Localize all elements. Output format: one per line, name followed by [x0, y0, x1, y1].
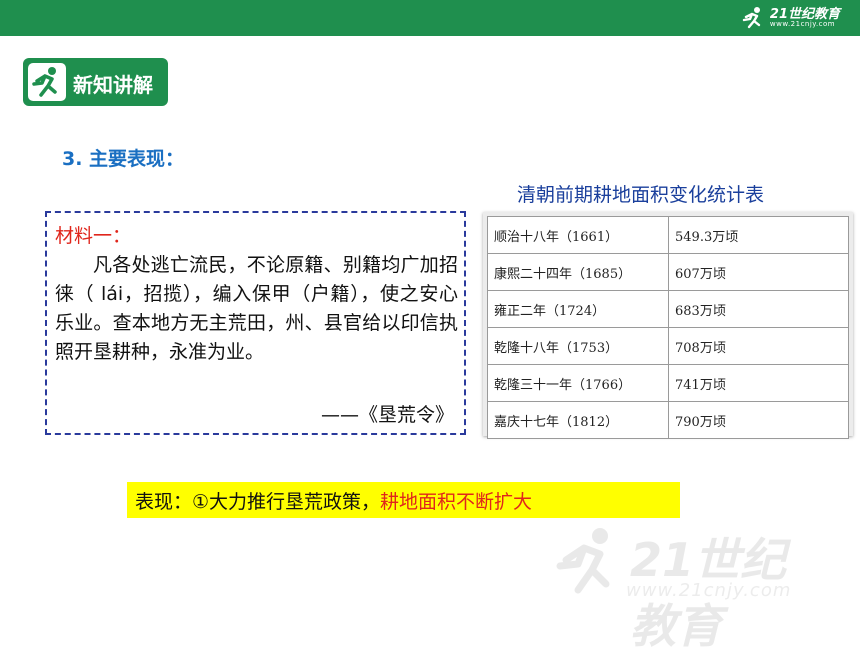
table-title: 清朝前期耕地面积变化统计表	[517, 184, 765, 206]
material-label: 材料一：	[55, 225, 132, 247]
table-cell-area: 549.3万顷	[668, 216, 849, 254]
table-row: 顺治十八年（1661） 549.3万顷	[487, 216, 849, 254]
table-cell-period: 顺治十八年（1661）	[487, 216, 669, 254]
table-cell-period: 雍正二年（1724）	[487, 290, 669, 328]
table-cell-area: 790万顷	[668, 401, 849, 439]
table-cell-area: 607万顷	[668, 253, 849, 291]
table-cell-area: 741万顷	[668, 364, 849, 402]
table-frame: 顺治十八年（1661） 549.3万顷 康熙二十四年（1685） 607万顷 雍…	[483, 212, 853, 439]
running-person-icon	[742, 7, 761, 29]
badge-icon-box	[28, 63, 66, 101]
material-body: 凡各处逃亡流民，不论原籍、别籍均广加招徕（ lái，招揽），编入保甲（户籍），使…	[55, 254, 458, 363]
brand-logo: 21世纪教育 www.21cnjy.com	[740, 5, 840, 31]
running-person-icon	[32, 67, 57, 97]
table-row: 雍正二年（1724） 683万顷	[487, 290, 849, 328]
table-cell-area: 708万顷	[668, 327, 849, 365]
table-row: 乾隆十八年（1753） 708万顷	[487, 327, 849, 365]
table-cell-period: 乾隆三十一年（1766）	[487, 364, 669, 402]
summary-highlight-box: 表现：①大力推行垦荒政策，耕地面积不断扩大	[127, 482, 680, 518]
table-cell-period: 康熙二十四年（1685）	[487, 253, 669, 291]
watermark-url: www.21cnjy.com	[626, 580, 792, 601]
material-source: ——《垦荒令》	[320, 404, 454, 426]
table-cell-period: 乾隆十八年（1753）	[487, 327, 669, 365]
summary-emphasis: 耕地面积不断扩大	[380, 491, 533, 513]
summary-text: 表现：①大力推行垦荒政策，耕地面积不断扩大	[135, 487, 532, 514]
section-label: 新知讲解	[73, 73, 153, 97]
top-bar: 21世纪教育 www.21cnjy.com	[0, 0, 860, 36]
farmland-table: 顺治十八年（1661） 549.3万顷 康熙二十四年（1685） 607万顷 雍…	[487, 216, 849, 439]
table-cell-period: 嘉庆十七年（1812）	[487, 401, 669, 439]
watermark-logo: 21世纪教育 www.21cnjy.com	[548, 520, 828, 653]
section-badge: 新知讲解	[23, 58, 168, 106]
running-person-icon	[556, 528, 610, 594]
material-box: 材料一： 凡各处逃亡流民，不论原籍、别籍均广加招徕（ lái，招揽），编入保甲（…	[45, 211, 466, 435]
summary-prefix: 表现：①大力推行垦荒政策，	[135, 491, 381, 513]
table-row: 乾隆三十一年（1766） 741万顷	[487, 364, 849, 402]
table-row: 康熙二十四年（1685） 607万顷	[487, 253, 849, 291]
table-cell-area: 683万顷	[668, 290, 849, 328]
table-row: 嘉庆十七年（1812） 790万顷	[487, 401, 849, 439]
brand-url: www.21cnjy.com	[769, 20, 836, 28]
section-heading: 3. 主要表现：	[62, 148, 185, 170]
